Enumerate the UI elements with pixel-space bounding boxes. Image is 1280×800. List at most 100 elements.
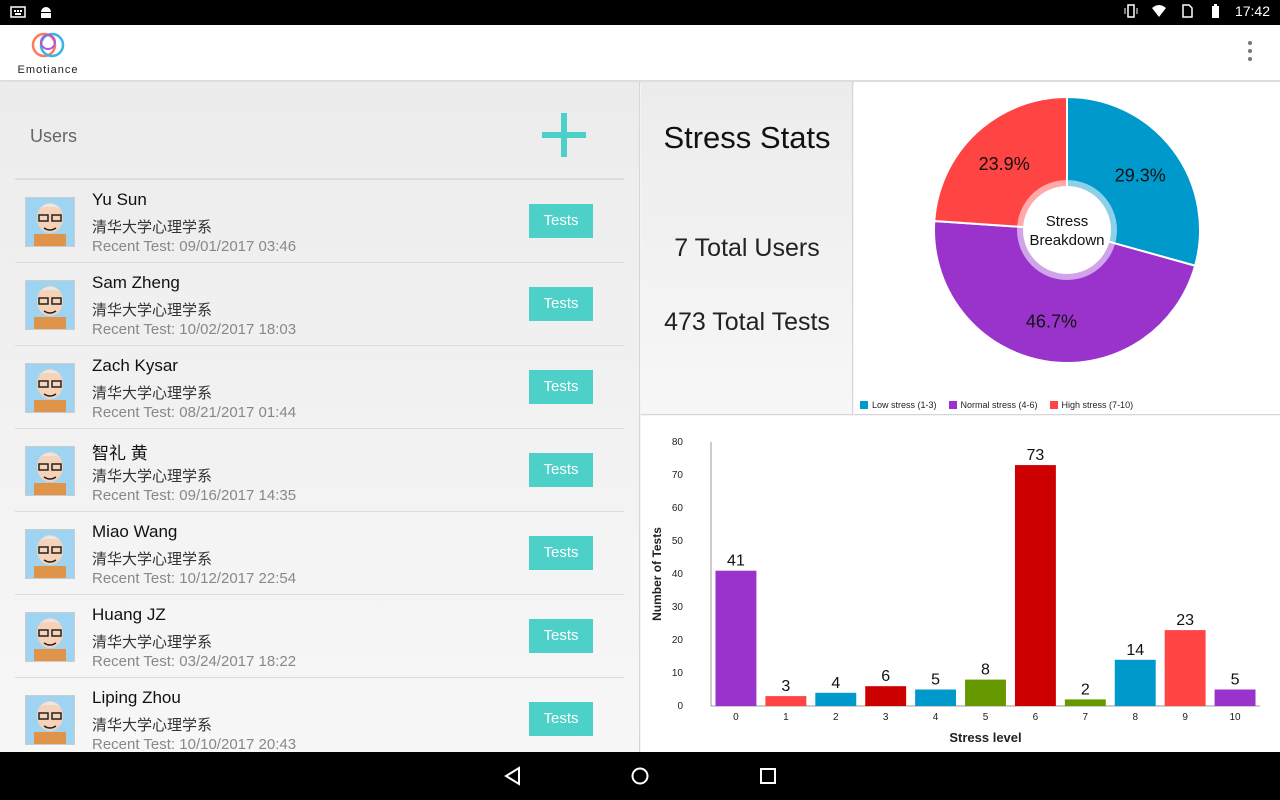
x-tick-label: 0 [733,712,739,723]
user-row[interactable]: Huang JZ 清华大学心理学系 Recent Test: 03/24/2017 … [15,595,624,678]
y-tick-label: 10 [672,668,684,679]
y-tick-label: 20 [672,635,684,646]
tests-button[interactable]: Tests [529,204,593,238]
y-tick-label: 30 [672,602,684,613]
pie-slice-label: 29.3% [1115,165,1166,185]
user-department: 清华大学心理学系 [92,302,213,319]
pie-chart: 29.3% 46.7% 23.9% Stress Breakdown [933,95,1201,364]
x-tick-label: 10 [1229,712,1241,723]
tests-button[interactable]: Tests [529,619,593,653]
recent-test: Recent Test: 09/01/2017 03:46 [92,238,297,255]
avatar [25,446,75,496]
app-logo: Emotiance [12,29,84,77]
tests-button[interactable]: Tests [529,453,593,487]
keyboard-icon [10,4,26,20]
user-row[interactable]: Miao Wang 清华大学心理学系 Recent Test: 10/12/2017… [15,512,624,595]
recents-icon[interactable] [758,766,778,786]
recent-test: Recent Test: 10/10/2017 20:43 [92,736,297,752]
bar [715,570,757,706]
user-name: Miao Wang [92,522,178,541]
user-name: Liping Zhou [92,688,181,707]
clock: 17:42 [1234,3,1270,19]
bar [915,689,957,706]
legend-label: Low stress (1-3) [872,400,937,410]
tests-button[interactable]: Tests [529,370,593,404]
avatar [25,529,75,579]
battery-icon [1207,3,1223,19]
no-sim-icon [1179,3,1195,19]
avatar [25,612,75,662]
user-name: Huang JZ [92,605,166,624]
pie-slice-label: 46.7% [1026,312,1077,332]
y-tick-label: 80 [672,437,684,448]
more-vert-icon[interactable] [1246,41,1254,65]
add-user-button[interactable] [542,113,586,157]
user-row[interactable]: Liping Zhou 清华大学心理学系 Recent Test: 10/10/20… [15,678,624,752]
recent-test: Recent Test: 08/21/2017 01:44 [92,404,297,421]
x-tick-label: 4 [933,712,939,723]
back-icon[interactable] [503,766,523,786]
logo-icon [31,32,65,58]
x-tick-label: 7 [1083,712,1089,723]
bar [765,696,807,706]
app-bar: Emotiance [0,25,1280,81]
user-name: 智礼 黄 [92,444,148,463]
bar-value-label: 5 [1231,672,1240,689]
total-tests: 473 Total Tests [664,308,830,336]
tests-button[interactable]: Tests [529,536,593,570]
user-department: 清华大学心理学系 [92,634,213,651]
y-tick-label: 0 [677,701,683,712]
bar-value-label: 14 [1126,642,1144,659]
y-tick-label: 50 [672,536,684,547]
vibrate-icon [1123,3,1139,19]
legend-swatch [1049,401,1058,409]
bar-value-label: 41 [727,553,745,570]
recent-test: Recent Test: 10/12/2017 22:54 [92,570,297,587]
bar-value-label: 73 [1027,447,1045,464]
pie-center-label: Breakdown [1029,232,1104,249]
users-header: Users [15,82,624,180]
bar [1164,630,1206,706]
user-row[interactable]: Sam Zheng 清华大学心理学系 Recent Test: 10/02/2017… [15,263,624,346]
avatar [25,197,75,247]
avatar [25,363,75,413]
user-list: Yu Sun 清华大学心理学系 Recent Test: 09/01/2017 03… [15,180,624,752]
legend-label: Normal stress (4-6) [960,400,1038,410]
users-panel: Users Yu Sun 清华大学心理学系 Recent Test: 09/01/2… [0,82,640,752]
user-row[interactable]: 智礼 黄清华大学心理学系 Recent Test: 09/16/2017 14:3… [15,429,624,512]
nav-bar [0,752,1280,800]
pie-chart-panel: 29.3% 46.7% 23.9% Stress Breakdown Low stres… [854,82,1280,415]
logo-text: Emotiance [17,64,79,76]
bar-chart-panel: 0 10 20 30 40 50 60 70 80 41 0 3 1 4 2 6 3 5 4 8 5 73 6 2 7 14 8 23… [641,416,1280,752]
user-department: 清华大学心理学系 [92,219,213,236]
bar-value-label: 2 [1081,681,1090,698]
x-tick-label: 2 [833,712,839,723]
y-tick-label: 60 [672,503,684,514]
status-bar: 17:42 [0,0,1280,25]
stats-title: Stress Stats [663,120,831,155]
user-name: Zach Kysar [92,356,178,375]
user-row[interactable]: Zach Kysar 清华大学心理学系 Recent Test: 08/21/201… [15,346,624,429]
bar-value-label: 3 [781,678,790,695]
x-tick-label: 3 [883,712,889,723]
x-tick-label: 5 [983,712,989,723]
wifi-icon [1151,3,1167,19]
legend-label: High stress (7-10) [1061,400,1134,410]
home-icon[interactable] [630,766,650,786]
y-tick-label: 40 [672,569,684,580]
y-axis-label: Number of Tests [650,527,664,621]
avatar [25,695,75,745]
user-department: 清华大学心理学系 [92,468,213,485]
bar-value-label: 5 [931,672,940,689]
bar [865,686,907,706]
bar [1214,689,1256,706]
user-department: 清华大学心理学系 [92,385,213,402]
tests-button[interactable]: Tests [529,702,593,736]
android-icon [38,4,54,20]
legend-swatch [948,401,957,409]
pie-slice-label: 23.9% [979,154,1030,174]
user-row[interactable]: Yu Sun 清华大学心理学系 Recent Test: 09/01/2017 03… [15,180,624,263]
tests-button[interactable]: Tests [529,287,593,321]
bar-value-label: 8 [981,662,990,679]
bar-value-label: 4 [831,675,840,692]
